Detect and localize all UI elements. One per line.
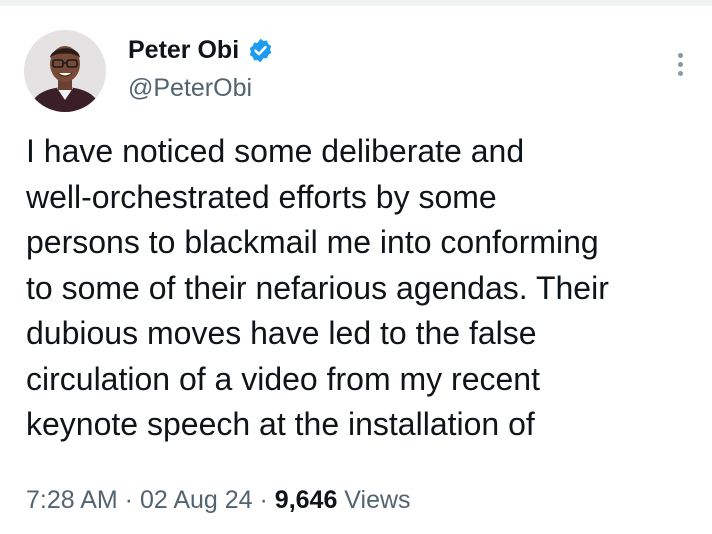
top-divider xyxy=(0,0,712,6)
author-name-row: Peter Obi xyxy=(128,34,274,66)
avatar[interactable] xyxy=(24,30,106,112)
tweet-text-line: keynote speech at the installation of xyxy=(26,406,535,442)
meta-separator: · xyxy=(252,486,275,514)
meta-separator: · xyxy=(117,486,140,514)
tweet-text: I have noticed some deliberate and well-… xyxy=(26,129,706,448)
tweet-time[interactable]: 7:28 AM xyxy=(26,486,118,514)
tweet-text-line: to some of their nefarious agendas. Thei… xyxy=(26,269,609,306)
more-options-icon xyxy=(677,52,683,58)
tweet-text-line: well-orchestrated efforts by some xyxy=(26,178,497,215)
tweet-card: Peter Obi @PeterObi I have noticed some … xyxy=(0,0,712,534)
views-count[interactable]: 9,646 xyxy=(275,486,338,514)
tweet-text-line: persons to blackmail me into conforming xyxy=(26,224,599,260)
more-options-button[interactable] xyxy=(664,46,696,82)
verified-badge-icon xyxy=(249,38,272,62)
tweet-text-line: dubious moves have led to the false xyxy=(26,315,537,351)
tweet-text-line: I have noticed some deliberate and xyxy=(26,133,525,169)
more-options-dot xyxy=(677,61,683,67)
views-label: Views xyxy=(337,486,411,514)
tweet-meta: 7:28 AM · 02 Aug 24 · 9,646 Views xyxy=(26,483,411,517)
avatar-portrait-icon xyxy=(24,30,106,112)
tweet-text-line: circulation of a video from my recent xyxy=(26,360,540,397)
tweet-date[interactable]: 02 Aug 24 xyxy=(140,486,253,514)
more-options-dot xyxy=(677,70,683,76)
author-handle[interactable]: @PeterObi xyxy=(128,72,252,104)
author-display-name[interactable]: Peter Obi xyxy=(128,34,239,66)
